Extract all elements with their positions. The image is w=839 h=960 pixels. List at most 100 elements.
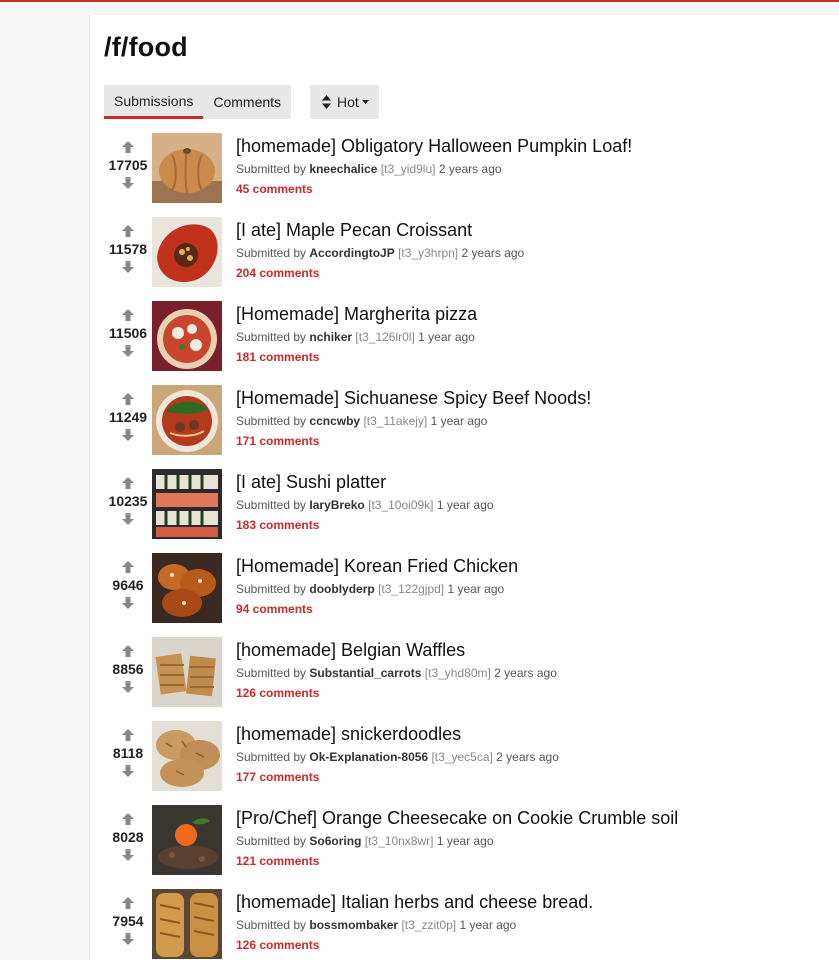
submission-title[interactable]: [I ate] Maple Pecan Croissant <box>236 219 836 241</box>
thumbnail-image <box>152 133 222 203</box>
sort-icon <box>322 95 331 109</box>
comments-link[interactable]: 126 comments <box>236 938 319 952</box>
score: 9646 <box>112 577 144 593</box>
comments-link[interactable]: 121 comments <box>236 854 319 868</box>
comments-link[interactable]: 204 comments <box>236 266 319 280</box>
sort-dropdown[interactable]: Hot <box>310 85 379 119</box>
upvote-arrow-icon[interactable] <box>121 813 135 825</box>
thumbnail-image <box>152 805 222 875</box>
post-id: [t3_126lr0l] <box>355 330 415 344</box>
thumbnail-croissant[interactable] <box>152 217 222 287</box>
submission-row: 10235 [I ate] Sushi platter Submitted by… <box>90 469 839 553</box>
post-age: 1 year ago <box>459 918 517 932</box>
comments-link[interactable]: 126 comments <box>236 686 319 700</box>
thumbnail-image <box>152 469 222 539</box>
thumbnail-snickerdoodles[interactable] <box>152 721 222 791</box>
upvote-arrow-icon[interactable] <box>121 897 135 909</box>
thumbnail-image <box>152 553 222 623</box>
vote-box: 11578 <box>103 223 153 287</box>
submission-title[interactable]: [I ate] Sushi platter <box>236 471 836 493</box>
downvote-arrow-icon[interactable] <box>121 345 135 357</box>
author-link[interactable]: IaryBreko <box>309 498 364 512</box>
downvote-arrow-icon[interactable] <box>121 681 135 693</box>
submission-content: [homemade] Belgian Waffles Submitted by … <box>236 639 836 702</box>
comments-link[interactable]: 94 comments <box>236 602 313 616</box>
vote-box: 8028 <box>103 811 153 875</box>
author-link[interactable]: ccncwby <box>309 414 360 428</box>
comments-link[interactable]: 181 comments <box>236 350 319 364</box>
thumbnail-orange-cheesecake[interactable] <box>152 805 222 875</box>
submission-title[interactable]: [homemade] snickerdoodles <box>236 723 836 745</box>
vote-box: 17705 <box>103 139 153 203</box>
submission-row: 11578 [I ate] Maple Pecan Croissant Subm… <box>90 217 839 301</box>
submission-meta: Submitted by AccordingtoJP [t3_y3hrpn] 2… <box>236 246 836 261</box>
submission-content: [homemade] Obligatory Halloween Pumpkin … <box>236 135 836 198</box>
vote-box: 7954 <box>103 895 153 959</box>
post-id: [t3_122gjpd] <box>378 582 445 596</box>
submission-title[interactable]: [homemade] Italian herbs and cheese brea… <box>236 891 836 913</box>
author-link[interactable]: Ok-Explanation-8056 <box>309 750 428 764</box>
submission-title[interactable]: [Homemade] Korean Fried Chicken <box>236 555 836 577</box>
upvote-arrow-icon[interactable] <box>121 141 135 153</box>
upvote-arrow-icon[interactable] <box>121 309 135 321</box>
vote-box: 9646 <box>103 559 153 623</box>
thumbnail-image <box>152 301 222 371</box>
submission-meta: Submitted by Ok-Explanation-8056 [t3_yec… <box>236 750 836 765</box>
vote-box: 11506 <box>103 307 153 371</box>
submission-title[interactable]: [homemade] Obligatory Halloween Pumpkin … <box>236 135 836 157</box>
submission-row: 8118 [homemade] snickerdoodles Submitted… <box>90 721 839 805</box>
upvote-arrow-icon[interactable] <box>121 477 135 489</box>
upvote-arrow-icon[interactable] <box>121 561 135 573</box>
downvote-arrow-icon[interactable] <box>121 261 135 273</box>
submission-title[interactable]: [Pro/Chef] Orange Cheesecake on Cookie C… <box>236 807 836 829</box>
comments-link[interactable]: 171 comments <box>236 434 319 448</box>
author-link[interactable]: Substantial_carrots <box>309 666 421 680</box>
downvote-arrow-icon[interactable] <box>121 849 135 861</box>
downvote-arrow-icon[interactable] <box>121 429 135 441</box>
upvote-arrow-icon[interactable] <box>121 645 135 657</box>
thumbnail-pumpkin-loaf[interactable] <box>152 133 222 203</box>
thumbnail-belgian-waffles[interactable] <box>152 637 222 707</box>
post-id: [t3_yec5ca] <box>431 750 493 764</box>
downvote-arrow-icon[interactable] <box>121 765 135 777</box>
submission-title[interactable]: [Homemade] Sichuanese Spicy Beef Noods! <box>236 387 836 409</box>
score: 11578 <box>108 241 148 257</box>
downvote-arrow-icon[interactable] <box>121 513 135 525</box>
author-link[interactable]: doobIyderp <box>309 582 374 596</box>
submission-content: [Pro/Chef] Orange Cheesecake on Cookie C… <box>236 807 836 870</box>
submission-meta: Submitted by IaryBreko [t3_10oi09k] 1 ye… <box>236 498 836 513</box>
thumbnail-sushi[interactable] <box>152 469 222 539</box>
post-age: 1 year ago <box>418 330 475 344</box>
submitted-by-label: Submitted by <box>236 162 307 176</box>
submission-meta: Submitted by bossmombaker [t3_zzit0p] 1 … <box>236 918 836 933</box>
tab-submissions[interactable]: Submissions <box>104 85 204 119</box>
comments-link[interactable]: 183 comments <box>236 518 319 532</box>
comments-link[interactable]: 177 comments <box>236 770 319 784</box>
upvote-arrow-icon[interactable] <box>121 729 135 741</box>
submitted-by-label: Submitted by <box>236 918 307 932</box>
thumbnail-pizza[interactable] <box>152 301 222 371</box>
submission-title[interactable]: [homemade] Belgian Waffles <box>236 639 836 661</box>
downvote-arrow-icon[interactable] <box>121 597 135 609</box>
post-id: [t3_yid9lu] <box>380 162 436 176</box>
author-link[interactable]: bossmombaker <box>309 918 398 932</box>
author-link[interactable]: So6oring <box>309 834 361 848</box>
score: 8028 <box>112 829 144 845</box>
upvote-arrow-icon[interactable] <box>121 393 135 405</box>
thumbnail-herb-cheese-bread[interactable] <box>152 889 222 959</box>
thumbnail-beef-noodles[interactable] <box>152 385 222 455</box>
comments-link[interactable]: 45 comments <box>236 182 313 196</box>
downvote-arrow-icon[interactable] <box>121 177 135 189</box>
post-age: 2 years ago <box>496 750 559 764</box>
tab-comments[interactable]: Comments <box>203 85 292 119</box>
downvote-arrow-icon[interactable] <box>121 933 135 945</box>
submitted-by-label: Submitted by <box>236 834 307 848</box>
author-link[interactable]: AccordingtoJP <box>309 246 394 260</box>
submission-title[interactable]: [Homemade] Margherita pizza <box>236 303 836 325</box>
upvote-arrow-icon[interactable] <box>121 225 135 237</box>
author-link[interactable]: nchiker <box>309 330 352 344</box>
post-id: [t3_yhd80m] <box>424 666 491 680</box>
author-link[interactable]: kneechalice <box>309 162 377 176</box>
thumbnail-fried-chicken[interactable] <box>152 553 222 623</box>
submission-meta: Submitted by nchiker [t3_126lr0l] 1 year… <box>236 330 836 345</box>
